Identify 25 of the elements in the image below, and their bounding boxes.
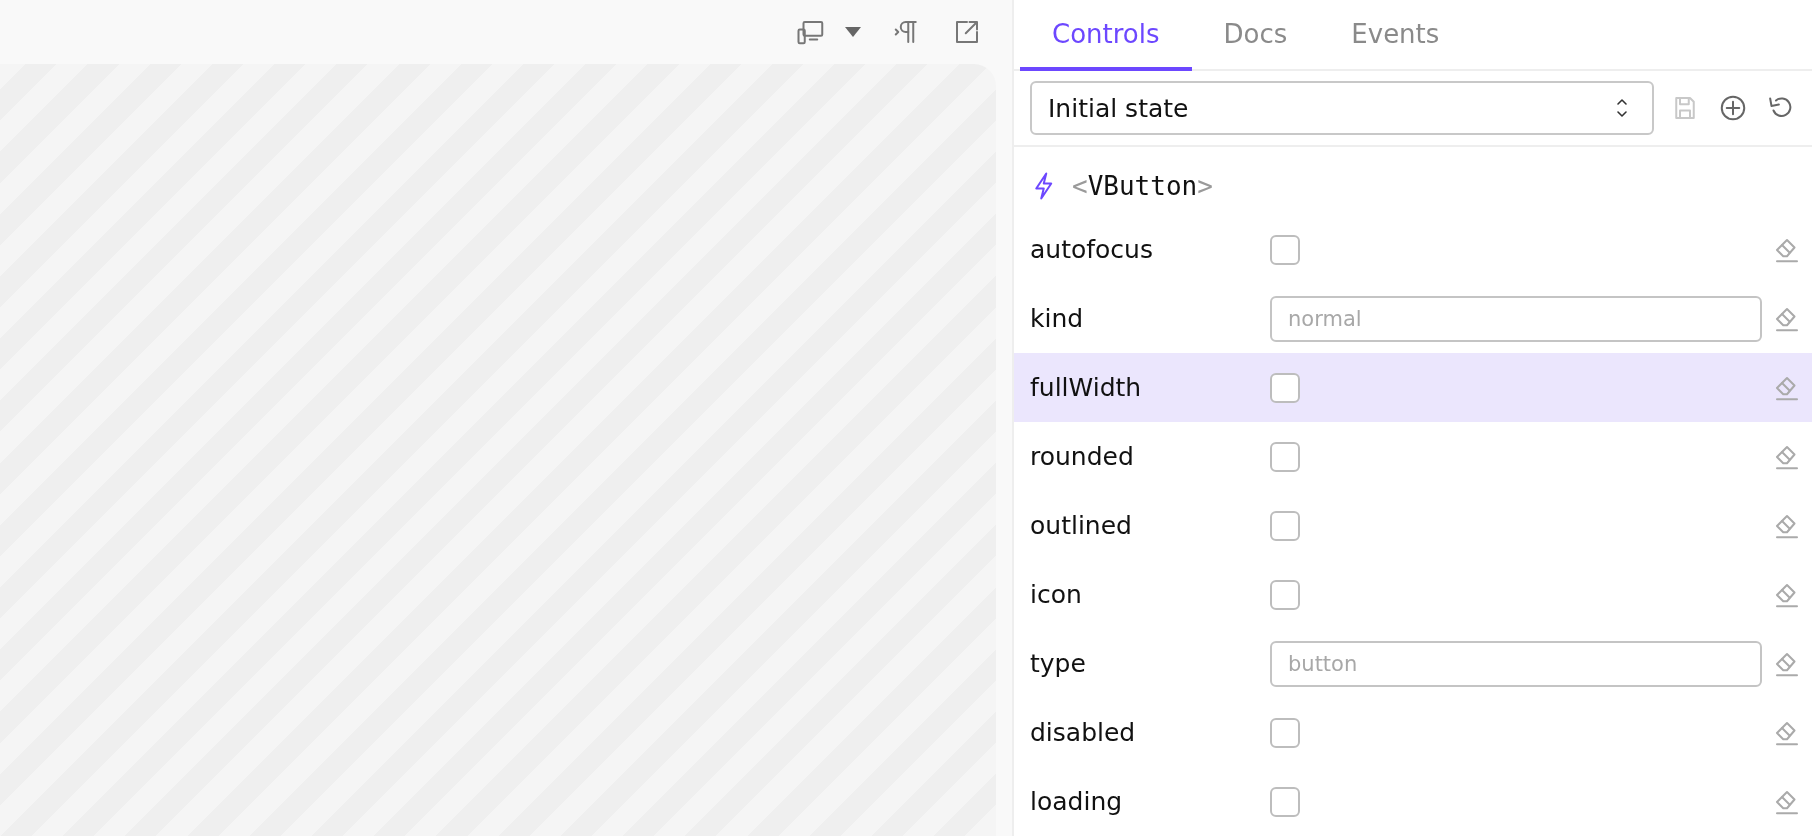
prop-label: autofocus	[1030, 235, 1154, 264]
prop-label: rounded	[1030, 442, 1135, 471]
checkbox[interactable]	[1270, 234, 1300, 265]
component-name: <VButton>	[1072, 171, 1213, 201]
prop-label: icon	[1030, 580, 1083, 609]
prop-label: kind	[1030, 304, 1085, 333]
prop-label: outlined	[1030, 511, 1133, 540]
plus-circle-icon	[1718, 93, 1748, 123]
checkbox[interactable]	[1270, 579, 1300, 610]
tab[interactable]: Events	[1319, 0, 1472, 71]
checkbox[interactable]	[1270, 717, 1300, 748]
tab[interactable]: Docs	[1191, 0, 1320, 71]
tab[interactable]: Controls	[1020, 0, 1192, 71]
checkbox[interactable]	[1270, 372, 1300, 403]
prop-label: fullWidth	[1030, 373, 1143, 402]
prop-label: type	[1030, 649, 1087, 678]
dropdown-caret-icon	[844, 26, 862, 38]
input-field[interactable]: button	[1270, 640, 1762, 687]
checkbox[interactable]	[1270, 786, 1300, 817]
input-field[interactable]: normal	[1270, 295, 1762, 342]
state-select[interactable]: Initial state	[1030, 81, 1654, 135]
prop-label: loading	[1030, 787, 1124, 816]
prop-label: disabled	[1030, 718, 1137, 747]
checkbox[interactable]	[1270, 510, 1300, 541]
checkbox[interactable]	[1270, 441, 1300, 472]
